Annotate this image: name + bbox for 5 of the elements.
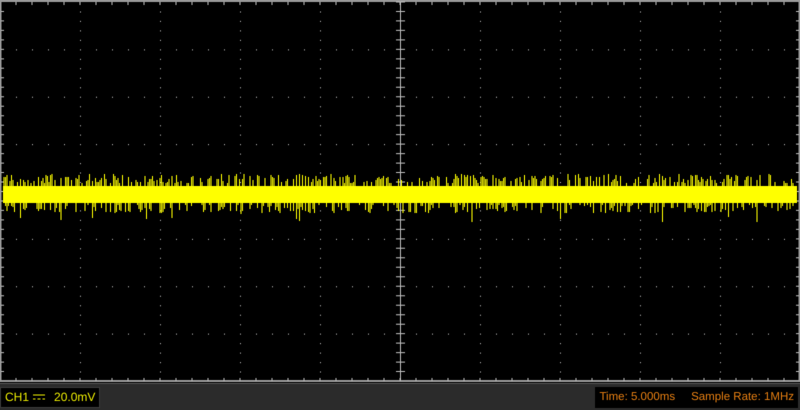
time-per-division: Time: 5.000ms (599, 391, 676, 403)
volts-per-division: 20.0mV (54, 390, 96, 404)
channel-label: CH1 (5, 390, 30, 404)
sample-rate: Sample Rate: 1MHz (691, 391, 794, 403)
dc-coupling-icon (32, 393, 46, 401)
